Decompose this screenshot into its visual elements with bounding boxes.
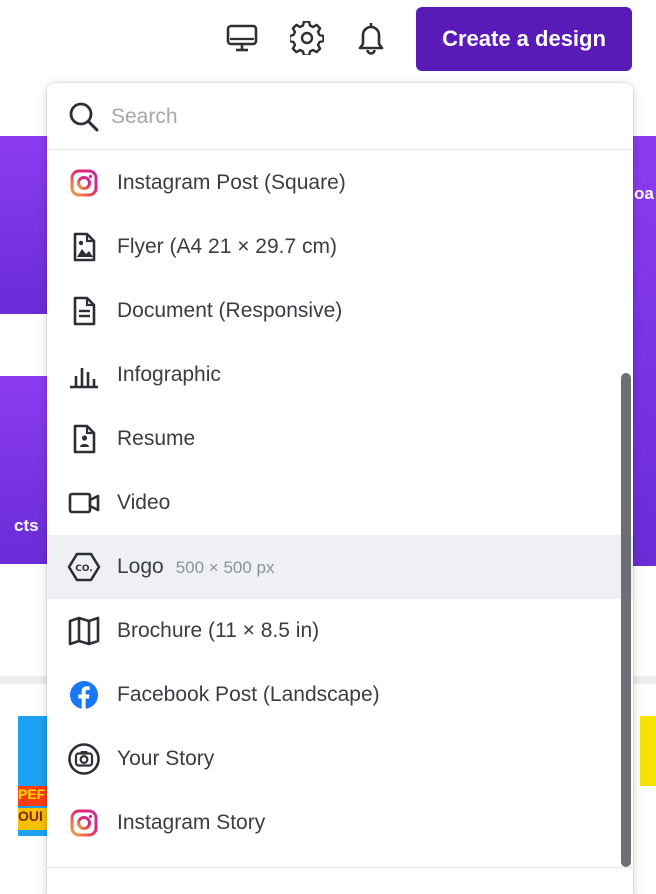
- list-item-label: Document (Responsive): [117, 299, 343, 322]
- background-banner-right: oa: [632, 136, 656, 566]
- logo-size-hint: 500 × 500 px: [175, 558, 275, 577]
- background-text-right: oa: [634, 184, 654, 203]
- document-icon: [67, 294, 101, 328]
- list-item-label: Logo 500 × 500 px: [117, 555, 275, 579]
- list-item-facebook-post[interactable]: Facebook Post (Landscape): [47, 663, 633, 727]
- map-icon: [67, 614, 101, 648]
- list-item-video[interactable]: Video: [47, 471, 633, 535]
- list-item-label: Brochure (11 × 8.5 in): [117, 619, 320, 642]
- list-item-label: Facebook Post (Landscape): [117, 683, 380, 706]
- list-item-label: Flyer (A4 21 × 29.7 cm): [117, 235, 337, 258]
- design-type-list: Instagram Post (Square) Flyer (A4 21 × 2…: [47, 151, 633, 855]
- resume-icon: [67, 422, 101, 456]
- create-design-button[interactable]: Create a design: [416, 7, 632, 71]
- background-banner-left-bottom: cts: [0, 376, 48, 564]
- bell-icon[interactable]: [353, 20, 389, 56]
- list-item-label: Video: [117, 491, 171, 514]
- list-item-document[interactable]: Document (Responsive): [47, 279, 633, 343]
- background-thumbnail-right[interactable]: [640, 716, 656, 786]
- list-item-label: Instagram Post (Square): [117, 171, 346, 194]
- list-item-label: Your Story: [117, 747, 215, 770]
- logo-icon: CO.: [67, 550, 101, 584]
- list-item-resume[interactable]: Resume: [47, 407, 633, 471]
- list-item-instagram-story[interactable]: Instagram Story: [47, 791, 633, 855]
- list-item-brochure[interactable]: Brochure (11 × 8.5 in): [47, 599, 633, 663]
- search-input[interactable]: [111, 97, 611, 137]
- list-item-label: Infographic: [117, 363, 221, 386]
- desktop-icon[interactable]: [224, 20, 260, 56]
- flyer-icon: [67, 230, 101, 264]
- instagram-icon: [67, 166, 101, 200]
- create-design-dropdown: Instagram Post (Square) Flyer (A4 21 × 2…: [47, 83, 633, 894]
- list-item-logo[interactable]: CO. Logo 500 × 500 px: [47, 535, 633, 599]
- facebook-icon: [67, 678, 101, 712]
- thumbnail-text-2: OUI: [18, 808, 48, 830]
- search-icon: [67, 100, 101, 134]
- list-item-instagram-post[interactable]: Instagram Post (Square): [47, 151, 633, 215]
- background-text-left: cts: [14, 516, 39, 535]
- background-thumbnail[interactable]: PEF OUI: [18, 716, 48, 836]
- list-item-label: Instagram Story: [117, 811, 266, 834]
- list-bottom-divider: [47, 867, 633, 868]
- camera-icon: [67, 742, 101, 776]
- list-item-flyer[interactable]: Flyer (A4 21 × 29.7 cm): [47, 215, 633, 279]
- list-item-infographic[interactable]: Infographic: [47, 343, 633, 407]
- search-bar: [47, 83, 633, 150]
- infographic-icon: [67, 358, 101, 392]
- instagram-icon: [67, 806, 101, 840]
- svg-text:CO.: CO.: [75, 564, 92, 574]
- top-bar: Create a design: [0, 0, 656, 96]
- list-item-label: Resume: [117, 427, 196, 450]
- background-banner-left-top: [0, 136, 48, 314]
- thumbnail-text-1: PEF: [18, 786, 48, 806]
- video-icon: [67, 486, 101, 520]
- gear-icon[interactable]: [289, 20, 325, 56]
- logo-label: Logo: [117, 555, 164, 578]
- list-item-your-story[interactable]: Your Story: [47, 727, 633, 791]
- scrollbar-thumb[interactable]: [621, 373, 631, 867]
